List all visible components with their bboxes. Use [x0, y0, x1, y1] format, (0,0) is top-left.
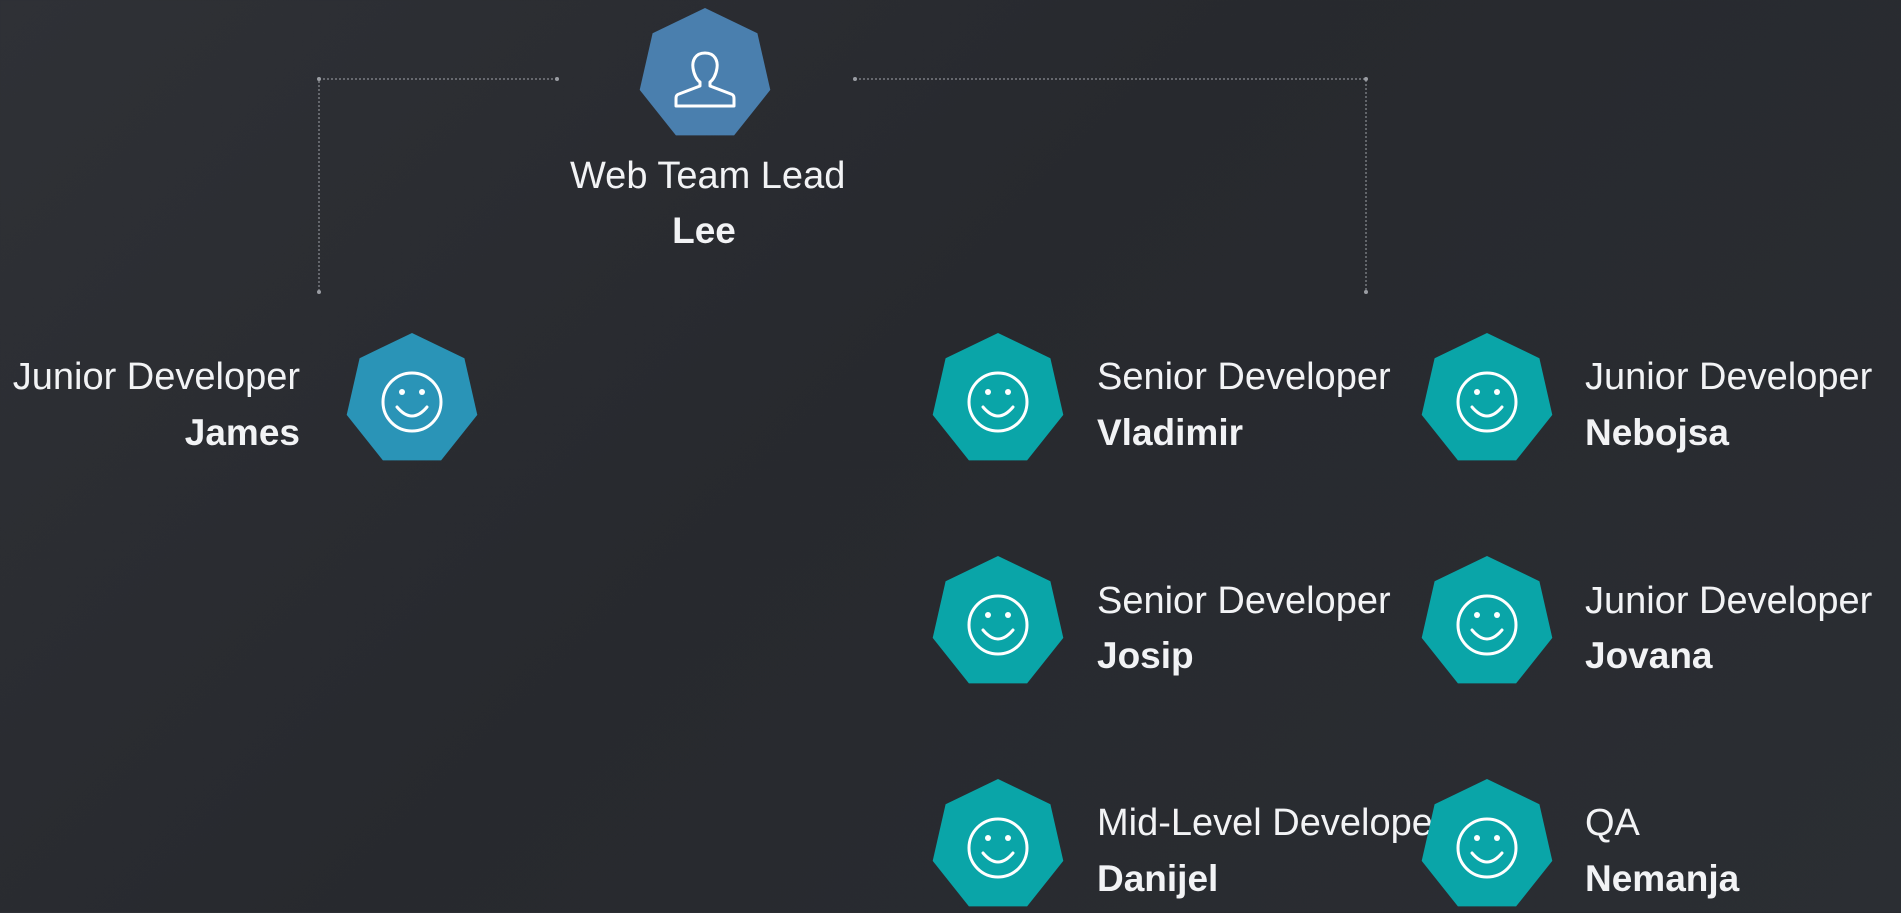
connector-dot: [317, 290, 321, 294]
lead-heptagon[interactable]: [638, 8, 772, 142]
member-heptagon-shape: [932, 779, 1064, 907]
member-name: Jovana: [1585, 635, 1713, 676]
member-heptagon[interactable]: [1420, 779, 1554, 913]
member-role: Senior Developer: [1097, 356, 1391, 398]
member-heptagon-shape: [1421, 779, 1553, 907]
connector-dot: [1364, 77, 1368, 81]
member-heptagon[interactable]: [931, 556, 1065, 690]
member-name: Josip: [1097, 635, 1194, 676]
connector-lead-to-team: [855, 78, 1367, 292]
member-role: Senior Developer: [1097, 580, 1391, 622]
connector-dot: [555, 77, 559, 81]
lead-role: Web Team Lead: [570, 155, 846, 197]
member-heptagon[interactable]: [1420, 556, 1554, 690]
connector-dot: [1364, 290, 1368, 294]
connector-dot: [853, 77, 857, 81]
member-heptagon-shape: [1421, 556, 1553, 684]
lead-heptagon-shape: [639, 8, 771, 136]
connector-dot: [317, 77, 321, 81]
member-role: Junior Developer: [12, 356, 300, 398]
member-heptagon-shape: [346, 333, 478, 461]
member-heptagon[interactable]: [1420, 333, 1554, 467]
member-name: Danijel: [1097, 858, 1219, 899]
member-name: Nemanja: [1585, 858, 1740, 899]
member-name: James: [184, 412, 300, 453]
member-heptagon-shape: [932, 556, 1064, 684]
member-heptagon[interactable]: [345, 333, 479, 467]
member-name: Nebojsa: [1585, 412, 1729, 453]
member-name: Vladimir: [1097, 412, 1243, 453]
member-role: Junior Developer: [1585, 580, 1873, 622]
member-role: Mid-Level Developer: [1097, 802, 1446, 844]
member-heptagon[interactable]: [931, 333, 1065, 467]
connector-lead-to-james: [318, 78, 557, 292]
member-role: Junior Developer: [1585, 356, 1873, 398]
member-heptagon-shape: [932, 333, 1064, 461]
member-heptagon[interactable]: [931, 779, 1065, 913]
member-role: QA: [1585, 802, 1640, 844]
member-heptagon-shape: [1421, 333, 1553, 461]
lead-name: Lee: [672, 210, 736, 251]
